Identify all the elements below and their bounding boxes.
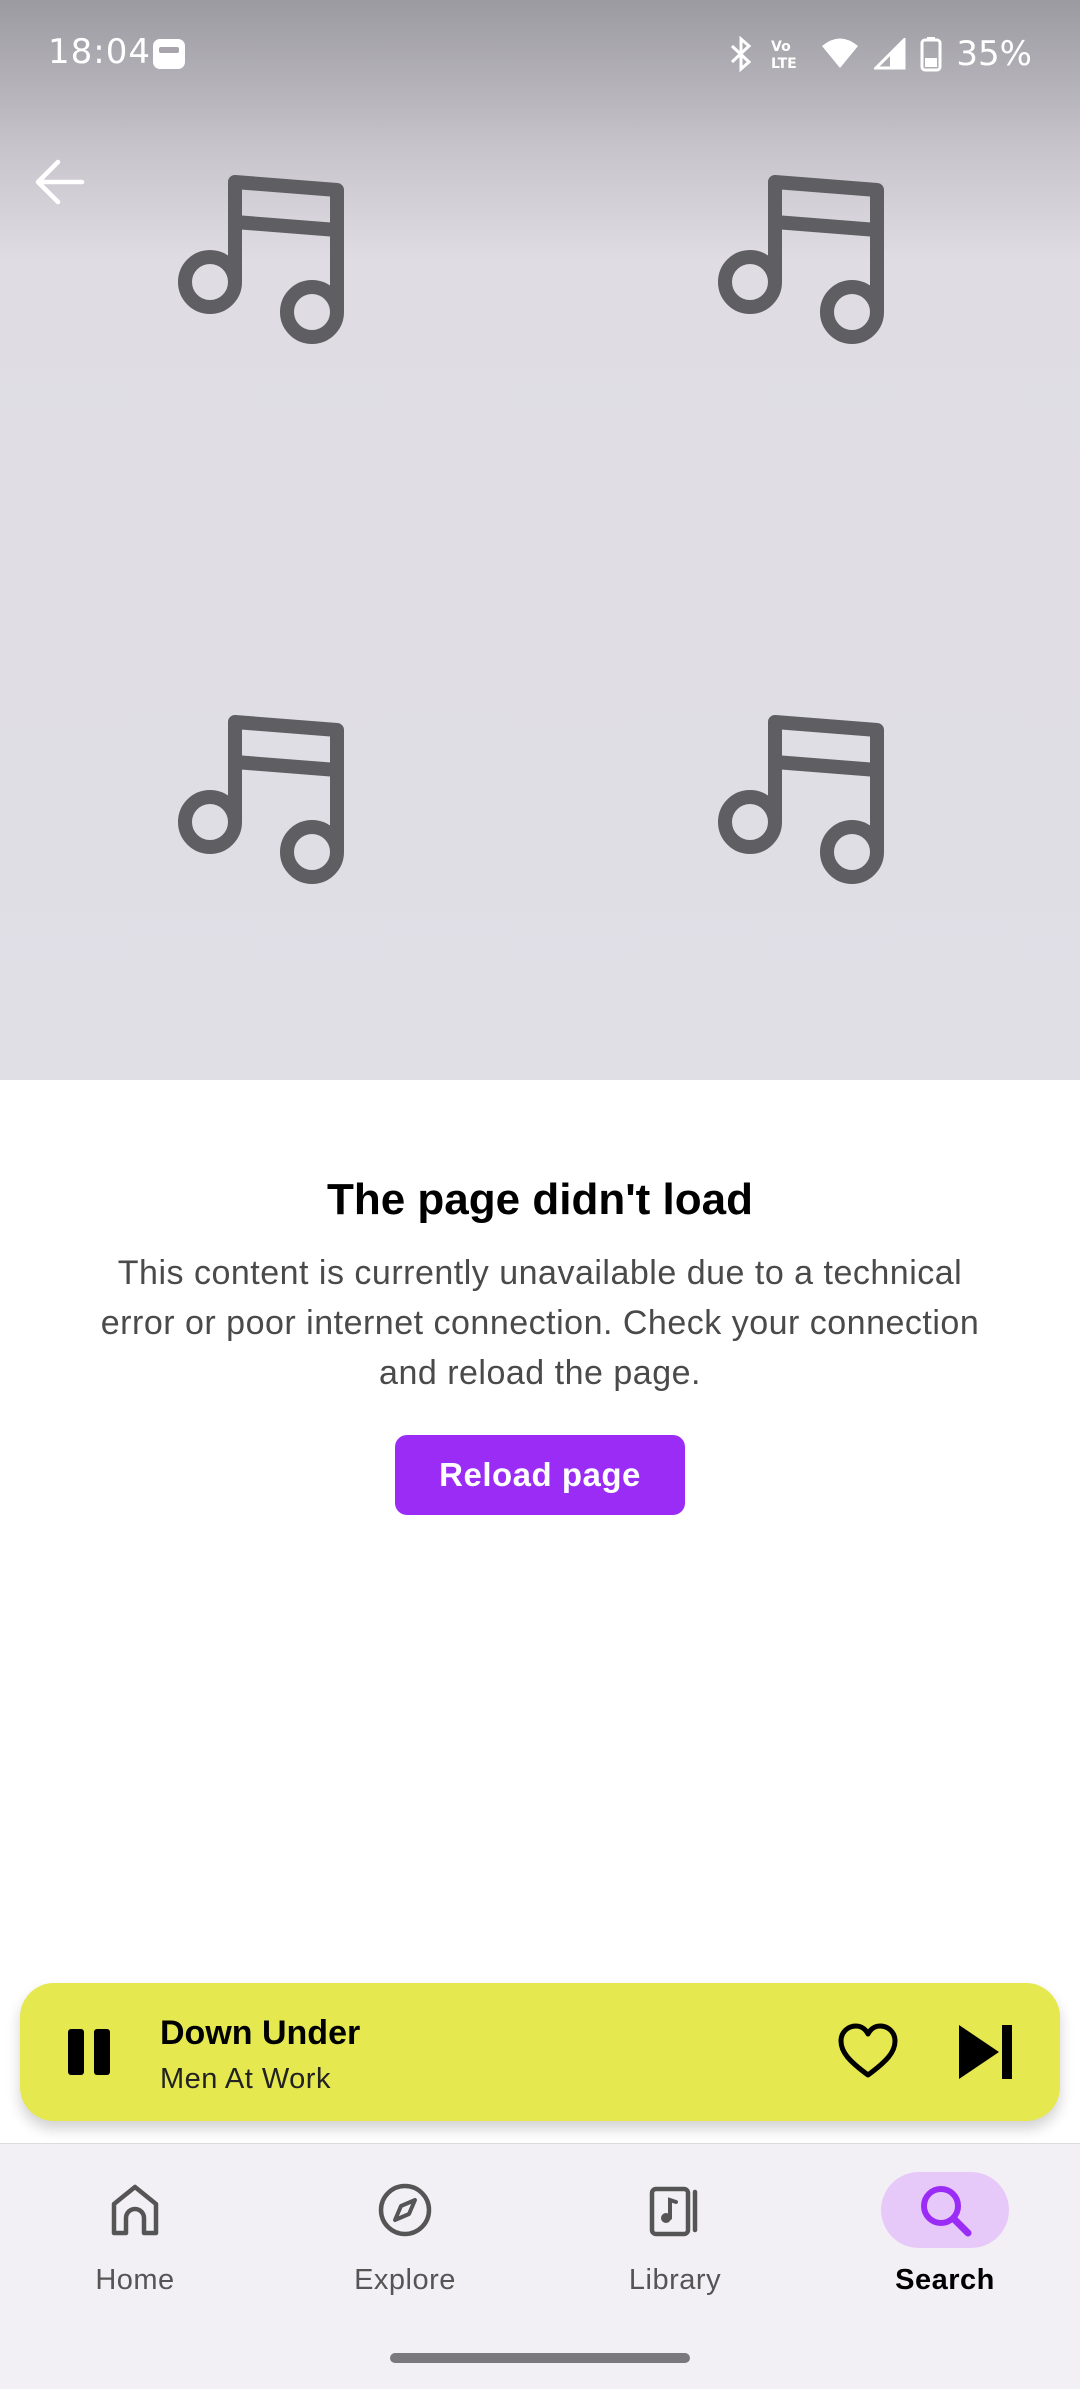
nav-label-explore: Explore xyxy=(354,2264,456,2296)
pause-icon[interactable] xyxy=(58,2021,120,2083)
error-message: This content is currently unavailable du… xyxy=(100,1254,980,1392)
music-note-icon xyxy=(718,175,884,344)
volte-icon: Vo LTE xyxy=(771,39,797,72)
sim-card-icon xyxy=(153,39,185,69)
music-note-icon xyxy=(718,715,884,884)
nav-icon-container xyxy=(71,2172,199,2248)
back-arrow-icon[interactable] xyxy=(30,150,94,214)
header-artwork-placeholder xyxy=(0,0,1080,1080)
battery-icon xyxy=(920,37,942,72)
bluetooth-icon xyxy=(731,36,752,72)
home-icon xyxy=(111,2184,159,2236)
nav-label-search: Search xyxy=(895,2264,995,2296)
status-time: 18:04 xyxy=(48,32,151,72)
mini-player[interactable]: Down Under Men At Work xyxy=(20,1983,1060,2121)
svg-text:LTE: LTE xyxy=(771,56,797,72)
error-title: The page didn't load xyxy=(326,1175,753,1224)
music-note-icon xyxy=(178,715,344,884)
nav-label-library: Library xyxy=(628,2264,722,2296)
compass-icon xyxy=(378,2183,432,2237)
heart-icon[interactable] xyxy=(835,2019,901,2085)
music-note-icon xyxy=(178,175,344,344)
signal-icon xyxy=(874,38,906,70)
nav-icon-container xyxy=(341,2172,469,2248)
battery-percentage: 35% xyxy=(956,34,1032,74)
status-icons: Vo LTE 35% xyxy=(728,30,1032,78)
nav-icon-container xyxy=(881,2172,1009,2248)
nav-icon-container xyxy=(611,2172,739,2248)
svg-text:Vo: Vo xyxy=(771,39,791,55)
status-bar: 18:04 Vo LTE 35% xyxy=(0,0,1080,110)
nav-item-home[interactable]: Home xyxy=(35,2172,235,2312)
nav-item-library[interactable]: Library xyxy=(575,2172,775,2312)
nav-item-explore[interactable]: Explore xyxy=(305,2172,505,2312)
home-indicator[interactable] xyxy=(390,2353,690,2363)
library-icon xyxy=(649,2186,698,2237)
track-title: Down Under xyxy=(160,2014,361,2052)
search-icon xyxy=(921,2186,972,2237)
wifi-icon xyxy=(822,38,859,68)
track-artist: Men At Work xyxy=(160,2063,331,2095)
reload-page-button[interactable]: Reload page xyxy=(395,1435,685,1515)
nav-item-search[interactable]: Search xyxy=(845,2172,1045,2312)
nav-label-home: Home xyxy=(95,2264,175,2296)
skip-next-icon[interactable] xyxy=(955,2021,1017,2083)
